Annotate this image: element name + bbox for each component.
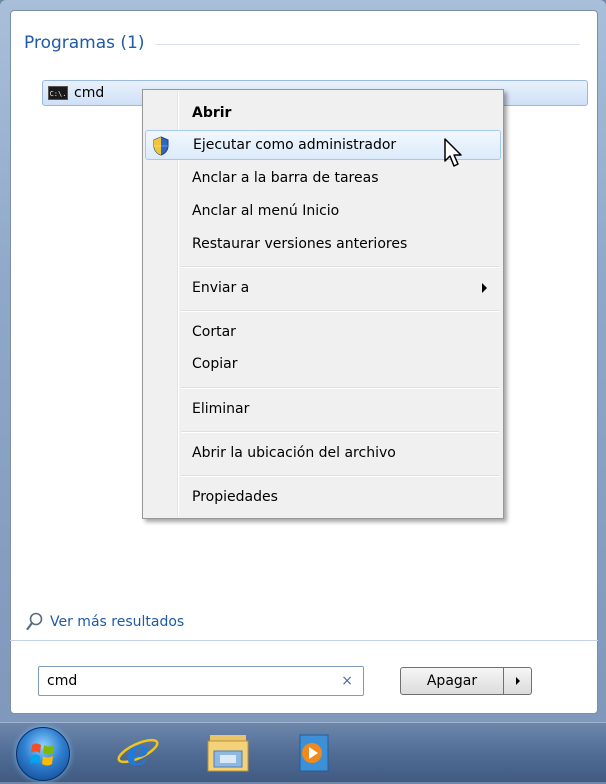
menu-item-restore-versions[interactable]: Restaurar versiones anteriores: [145, 229, 501, 259]
menu-separator: [181, 431, 499, 433]
menu-separator: [181, 475, 499, 477]
windows-logo-icon: [30, 743, 54, 766]
menu-item-delete[interactable]: Eliminar: [145, 394, 501, 424]
shutdown-options-button[interactable]: [504, 667, 532, 695]
menu-item-cut[interactable]: Cortar: [145, 317, 501, 347]
menu-item-open-file-location[interactable]: Abrir la ubicación del archivo: [145, 438, 501, 468]
programs-section-title: Programas (1): [24, 33, 145, 53]
submenu-arrow-icon: [482, 283, 487, 293]
menu-separator: [181, 266, 499, 268]
menu-item-label: Anclar a la barra de tareas: [192, 170, 379, 186]
shield-icon: [153, 136, 169, 156]
cmd-icon: C:\.: [48, 86, 68, 100]
bottom-divider: [10, 640, 598, 641]
menu-item-label: Ejecutar como administrador: [193, 137, 397, 153]
menu-item-copy[interactable]: Copiar: [145, 349, 501, 379]
mouse-cursor-icon: [444, 138, 462, 167]
taskbar-windows-explorer[interactable]: [204, 729, 252, 777]
menu-item-properties[interactable]: Propiedades: [145, 482, 501, 512]
menu-item-label: Propiedades: [192, 489, 278, 505]
media-player-icon: [299, 734, 329, 772]
see-more-results-link[interactable]: Ver más resultados: [26, 612, 184, 632]
menu-item-label: Abrir la ubicación del archivo: [192, 445, 396, 461]
internet-explorer-icon: e: [117, 732, 159, 774]
menu-item-label: Cortar: [192, 324, 236, 340]
shutdown-button-group: Apagar: [400, 667, 532, 695]
menu-item-pin-start[interactable]: Anclar al menú Inicio: [145, 196, 501, 226]
menu-item-open[interactable]: Abrir: [145, 98, 501, 128]
shutdown-button[interactable]: Apagar: [400, 667, 504, 695]
taskbar: e: [0, 722, 606, 782]
taskbar-media-player[interactable]: [290, 729, 338, 777]
menu-item-label: Abrir: [192, 105, 232, 121]
taskbar-internet-explorer[interactable]: e: [114, 729, 162, 777]
menu-item-send-to[interactable]: Enviar a: [145, 273, 501, 303]
start-button[interactable]: [16, 727, 70, 781]
menu-separator: [181, 387, 499, 389]
programs-section-header: Programas (1): [24, 28, 580, 58]
menu-item-label: Restaurar versiones anteriores: [192, 236, 408, 252]
menu-item-label: Eliminar: [192, 401, 250, 417]
section-divider: [154, 44, 580, 45]
chevron-right-icon: [515, 677, 520, 685]
magnifier-icon: [26, 612, 43, 631]
menu-separator: [181, 310, 499, 312]
svg-text:e: e: [127, 732, 150, 774]
search-input-value: cmd: [47, 673, 78, 689]
menu-item-label: Anclar al menú Inicio: [192, 203, 340, 219]
program-label: cmd: [74, 85, 105, 101]
menu-item-label: Copiar: [192, 356, 238, 372]
search-input[interactable]: cmd ×: [38, 666, 364, 696]
see-more-results-label: Ver más resultados: [50, 614, 185, 630]
clear-search-icon[interactable]: ×: [341, 673, 353, 689]
folder-icon: [207, 735, 249, 772]
menu-item-label: Enviar a: [192, 280, 250, 296]
